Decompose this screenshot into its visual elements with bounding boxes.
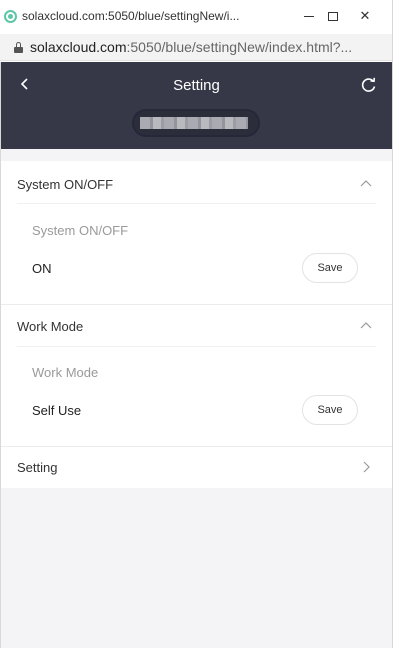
refresh-icon[interactable] <box>360 76 380 96</box>
close-icon: ✕ <box>359 8 371 23</box>
section-separator <box>0 446 393 447</box>
maximize-icon <box>328 11 338 21</box>
field-label-work-mode: Work Mode <box>32 365 99 380</box>
chevron-up-icon[interactable] <box>359 319 373 333</box>
empty-area <box>0 488 393 648</box>
page-title: Setting <box>173 77 220 94</box>
chevron-right-icon[interactable] <box>359 460 373 474</box>
section-header-system[interactable]: System ON/OFF <box>17 177 113 192</box>
window-title: solaxcloud.com:5050/blue/settingNew/i... <box>22 9 240 23</box>
section-gap <box>0 149 393 161</box>
section-separator <box>0 304 393 305</box>
maximize-button[interactable] <box>318 4 348 28</box>
url-text[interactable]: solaxcloud.com:5050/blue/settingNew/inde… <box>30 39 352 55</box>
field-value-work-mode[interactable]: Self Use <box>32 403 81 418</box>
address-bar[interactable]: solaxcloud.com:5050/blue/settingNew/inde… <box>0 34 393 61</box>
save-button-system[interactable]: Save <box>302 253 358 283</box>
field-label-system: System ON/OFF <box>32 223 129 238</box>
window-border <box>0 62 1 648</box>
chevron-up-icon[interactable] <box>359 177 373 191</box>
save-button-work-mode[interactable]: Save <box>302 395 358 425</box>
url-path: :5050/blue/settingNew/index.html?... <box>126 39 353 55</box>
device-serial-blurred <box>140 117 248 129</box>
url-host: solaxcloud.com <box>30 39 127 55</box>
minimize-icon <box>304 15 314 17</box>
close-button[interactable]: ✕ <box>350 4 380 28</box>
lock-icon <box>14 42 23 53</box>
app-header: Setting <box>0 62 393 149</box>
window-titlebar: solaxcloud.com:5050/blue/settingNew/i...… <box>0 0 393 34</box>
divider <box>17 203 376 204</box>
divider <box>17 346 376 347</box>
field-value-system[interactable]: ON <box>32 261 52 276</box>
section-header-work-mode[interactable]: Work Mode <box>17 319 83 334</box>
section-header-setting[interactable]: Setting <box>17 460 57 475</box>
solax-favicon-icon <box>4 10 17 23</box>
